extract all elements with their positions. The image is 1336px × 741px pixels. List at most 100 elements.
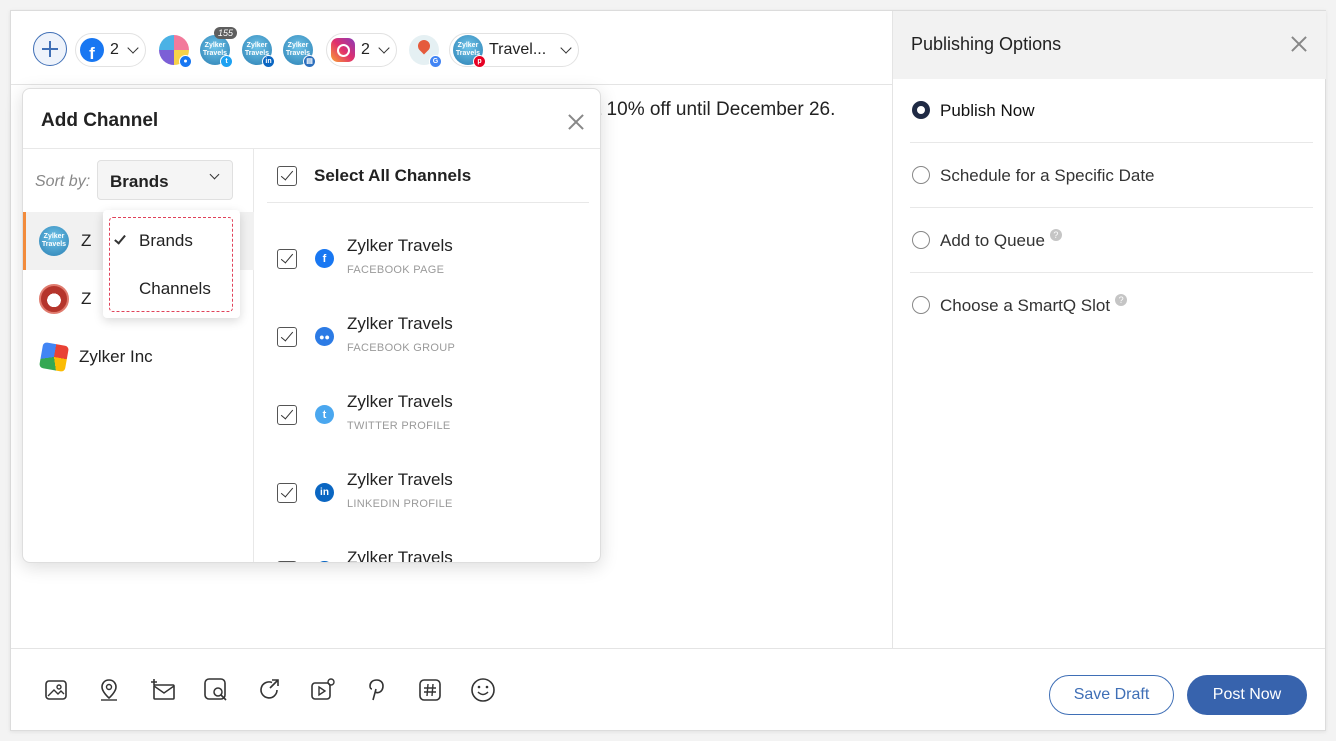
- twitter-count-badge: 155: [214, 27, 238, 39]
- help-icon[interactable]: ?: [1049, 229, 1062, 241]
- channel-row[interactable]: Zylker Travels: [255, 542, 600, 563]
- channel-name: Zylker Travels: [347, 548, 453, 563]
- facebook-channel-chip[interactable]: f 2: [75, 33, 146, 67]
- pinterest-icon[interactable]: [364, 677, 390, 703]
- close-icon[interactable]: [567, 113, 585, 131]
- radio[interactable]: [912, 296, 930, 314]
- share-link-icon[interactable]: [257, 677, 283, 703]
- business-avatar[interactable]: Zylker Travels ▤: [283, 35, 316, 68]
- help-icon[interactable]: ?: [1115, 294, 1128, 306]
- chevron-down-icon: [127, 42, 139, 54]
- channel-name: Zylker Travels: [347, 470, 453, 489]
- video-settings-icon[interactable]: [310, 677, 336, 703]
- option-label-row: Choose a SmartQ Slot?: [940, 294, 1128, 316]
- channel-row[interactable]: t Zylker Travels TWITTER PROFILE: [255, 386, 600, 464]
- brand-avatar: Zylker Travels: [39, 226, 69, 256]
- option-smartq[interactable]: Choose a SmartQ Slot?: [910, 274, 1313, 338]
- select-all-label: Select All Channels: [314, 166, 472, 185]
- brand-item[interactable]: Zylker Inc: [23, 328, 254, 386]
- channel-checkbox[interactable]: [277, 327, 297, 347]
- publishing-options-panel: Publishing Options Publish Now Schedule …: [892, 11, 1326, 648]
- chevron-down-icon: [560, 42, 572, 54]
- channel-row[interactable]: f Zylker Travels FACEBOOK PAGE: [255, 230, 600, 308]
- channel-row[interactable]: in Zylker Travels LINKEDIN PROFILE: [255, 464, 600, 542]
- channel-icon: [315, 561, 334, 562]
- publishing-header: Publishing Options: [893, 11, 1326, 79]
- channel-name: Zylker Travels: [347, 236, 453, 255]
- channel-type: FACEBOOK PAGE: [347, 264, 445, 276]
- instagram-icon: [331, 38, 355, 62]
- linkedin-icon: in: [315, 483, 334, 502]
- add-channel-panel: Add Channel Sort by: Brands Zylker Travel…: [22, 88, 601, 563]
- facebook-icon: f: [80, 38, 104, 62]
- facebook-group-icon: ●: [179, 55, 192, 68]
- brand-label: Z: [81, 231, 92, 250]
- instagram-channel-chip[interactable]: 2: [326, 33, 397, 67]
- image-icon[interactable]: [43, 677, 69, 703]
- close-icon[interactable]: [1290, 35, 1308, 53]
- channel-checkbox[interactable]: [277, 249, 297, 269]
- sort-label: Sort by:: [35, 173, 91, 190]
- hashtag-icon[interactable]: [417, 677, 443, 703]
- twitter-icon: t: [315, 405, 334, 424]
- radio[interactable]: [912, 231, 930, 249]
- twitter-avatar[interactable]: Zylker Travels t: [200, 35, 233, 68]
- publishing-title: Publishing Options: [911, 34, 1062, 54]
- facebook-group-avatar[interactable]: ●: [159, 35, 192, 68]
- facebook-icon: f: [315, 249, 334, 268]
- brand-label: Zylker Inc: [79, 347, 153, 366]
- save-draft-button[interactable]: Save Draft: [1049, 675, 1174, 715]
- channel-type: TWITTER PROFILE: [347, 420, 451, 432]
- channel-row[interactable]: ●● Zylker Travels FACEBOOK GROUP: [255, 308, 600, 386]
- channel-name: Zylker Travels: [347, 392, 453, 411]
- emoji-icon[interactable]: [470, 677, 496, 703]
- channel-type: FACEBOOK GROUP: [347, 342, 456, 354]
- facebook-count: 2: [110, 41, 119, 58]
- google-business-avatar[interactable]: G: [409, 35, 442, 68]
- sort-value: Brands: [110, 172, 169, 191]
- option-add-to-queue[interactable]: Add to Queue?: [910, 209, 1313, 273]
- option-label: Publish Now: [940, 101, 1035, 120]
- sort-dropdown: Brands Channels: [103, 210, 240, 318]
- post-text[interactable]: t 10% off until December 26.: [596, 99, 835, 121]
- channel-name: Zylker Travels: [347, 314, 453, 333]
- panel-title: Add Channel: [41, 110, 159, 131]
- option-schedule[interactable]: Schedule for a Specific Date: [910, 144, 1313, 208]
- building-icon: ▤: [303, 55, 316, 68]
- composer-window: f 2 ● Zylker Travels t 155 Zylker Travels …: [10, 10, 1326, 731]
- channel-list-column: Select All Channels f Zylker Travels FAC…: [255, 149, 600, 563]
- add-mail-icon[interactable]: [150, 677, 176, 703]
- pinterest-icon: p: [473, 55, 486, 68]
- brand-label: Z: [81, 289, 92, 308]
- option-publish-now[interactable]: Publish Now: [910, 79, 1313, 143]
- option-label: Schedule for a Specific Date: [940, 166, 1155, 185]
- brand-avatar: [39, 284, 69, 314]
- group-icon: ●●: [315, 327, 334, 346]
- location-icon[interactable]: [96, 677, 122, 703]
- pinterest-label: Travel...: [489, 41, 547, 58]
- radio-selected[interactable]: [912, 101, 930, 119]
- channel-checkbox[interactable]: [277, 561, 297, 562]
- option-label-row: Add to Queue?: [940, 229, 1062, 251]
- add-channel-button[interactable]: [33, 32, 67, 66]
- post-now-button[interactable]: Post Now: [1187, 675, 1307, 715]
- instagram-count: 2: [361, 41, 370, 58]
- select-all-checkbox[interactable]: [277, 166, 297, 186]
- linkedin-icon: in: [262, 55, 275, 68]
- pinterest-channel-chip[interactable]: Zylker Travels p Travel...: [449, 33, 580, 68]
- linkedin-avatar[interactable]: Zylker Travels in: [242, 35, 275, 68]
- google-icon: G: [429, 55, 442, 68]
- radio[interactable]: [912, 166, 930, 184]
- brand-logo: [38, 341, 70, 373]
- chevron-down-icon: [209, 169, 220, 180]
- channel-checkbox[interactable]: [277, 483, 297, 503]
- sort-option-brands[interactable]: Brands: [139, 231, 193, 251]
- channel-checkbox[interactable]: [277, 405, 297, 425]
- option-label: Add to Queue: [940, 231, 1045, 250]
- sort-option-channels[interactable]: Channels: [139, 279, 211, 299]
- channel-bar: f 2 ● Zylker Travels t 155 Zylker Travels …: [11, 11, 892, 85]
- media-search-icon[interactable]: [203, 677, 229, 703]
- divider: [267, 202, 589, 203]
- sort-select[interactable]: Brands: [97, 160, 233, 200]
- bottom-toolbar: Save Draft Post Now: [11, 648, 1325, 730]
